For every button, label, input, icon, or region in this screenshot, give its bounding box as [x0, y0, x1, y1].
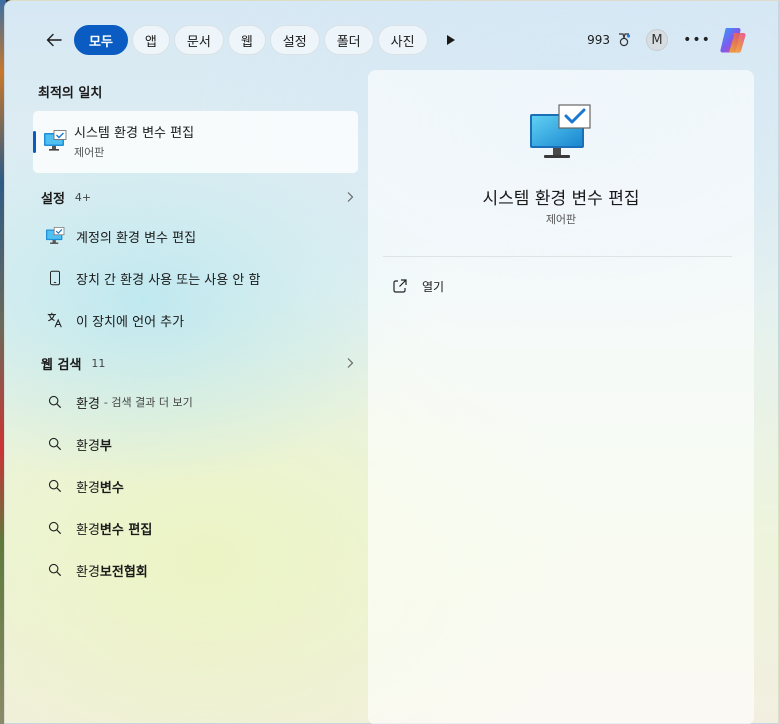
chevron-right-icon	[347, 358, 354, 368]
web-result-icon	[43, 432, 67, 456]
web-result-label: 환경	[76, 393, 100, 412]
settings-group-header[interactable]: 설정 4+	[41, 185, 359, 209]
web-result-item[interactable]: 환경보전협회	[41, 553, 359, 587]
web-result-icon	[43, 558, 67, 582]
settings-item-label: 장치 간 환경 사용 또는 사용 안 함	[76, 272, 261, 288]
avatar[interactable]: M	[646, 29, 668, 51]
web-result-completion: 변수	[99, 480, 124, 496]
open-action[interactable]: 열기	[392, 274, 444, 298]
web-result-suffix: - 검색 결과 더 보기	[103, 396, 193, 409]
search-icon	[48, 395, 62, 409]
web-search-group-header[interactable]: 웹 검색 11	[41, 351, 359, 375]
web-group-label: 웹 검색	[41, 357, 82, 373]
settings-item-add-language[interactable]: 이 장치에 언어 추가	[41, 303, 359, 337]
more-filters-button[interactable]	[438, 25, 464, 55]
web-result-completion: 부	[99, 438, 112, 454]
back-button[interactable]	[39, 25, 69, 55]
web-result-icon	[43, 390, 67, 414]
arrow-left-icon	[46, 33, 62, 47]
medal-icon	[619, 33, 631, 47]
filter-settings[interactable]: 설정	[269, 25, 320, 55]
more-options-button[interactable]: •••	[682, 25, 712, 55]
web-result-icon	[43, 516, 67, 540]
web-result-query: 환경	[76, 564, 100, 580]
settings-group-count: 4+	[74, 190, 92, 204]
web-result-label: 환경변수	[76, 477, 124, 496]
best-match-heading: 최적의 일치	[38, 86, 103, 101]
selection-indicator	[33, 131, 36, 153]
settings-item-edit-account-env[interactable]: 계정의 환경 변수 편집	[41, 219, 359, 253]
web-result-completion: 변수 편집	[99, 522, 153, 538]
filter-photos[interactable]: 사진	[377, 25, 428, 55]
chevron-right-icon	[347, 192, 354, 202]
web-result-icon	[43, 474, 67, 498]
web-result-item[interactable]: 환경부	[41, 427, 359, 461]
detail-pane: 시스템 환경 변수 편집 제어판 열기	[368, 70, 754, 724]
web-result-query: 환경	[76, 480, 100, 496]
copilot-icon	[720, 28, 746, 53]
language-icon	[47, 312, 62, 328]
settings-item-label: 이 장치에 언어 추가	[76, 314, 185, 330]
best-match-subtitle: 제어판	[74, 146, 105, 159]
settings-group-label: 설정	[41, 191, 65, 207]
filter-folders[interactable]: 폴더	[323, 25, 374, 55]
search-icon	[48, 437, 62, 451]
detail-divider	[383, 256, 732, 257]
play-icon	[446, 35, 455, 45]
points-value: 993	[587, 33, 610, 47]
monitor-check-icon	[46, 227, 65, 244]
web-result-query: 환경	[76, 438, 100, 454]
settings-item-icon	[43, 308, 67, 332]
web-result-completion: 보전협회	[99, 564, 148, 580]
filter-all[interactable]: 모두	[74, 25, 128, 55]
web-result-item[interactable]: 환경변수 편집	[41, 511, 359, 545]
web-result-label: 환경변수 편집	[76, 519, 152, 538]
web-result-label: 환경부	[76, 435, 112, 454]
settings-item-cross-device[interactable]: 장치 간 환경 사용 또는 사용 안 함	[41, 261, 359, 295]
search-topbar: 모두 앱 문서 웹 설정 폴더 사진 993 M •••	[5, 23, 778, 57]
web-result-label: 환경보전협회	[76, 561, 148, 580]
settings-item-label: 계정의 환경 변수 편집	[76, 230, 197, 246]
web-result-query: 환경	[76, 396, 100, 412]
web-result-item[interactable]: 환경 - 검색 결과 더 보기	[41, 385, 359, 419]
best-match-title: 시스템 환경 변수 편집	[74, 126, 195, 141]
best-match-item[interactable]: 시스템 환경 변수 편집 제어판	[33, 111, 358, 173]
rewards-points[interactable]: 993	[587, 32, 632, 48]
open-label: 열기	[422, 279, 445, 294]
settings-item-icon	[43, 266, 67, 290]
detail-title: 시스템 환경 변수 편집	[482, 189, 640, 209]
open-external-icon	[393, 279, 407, 293]
settings-item-icon	[43, 224, 67, 248]
filter-documents[interactable]: 문서	[173, 25, 224, 55]
filter-chips: 모두 앱 문서 웹 설정 폴더 사진	[74, 25, 464, 55]
search-panel: 모두 앱 문서 웹 설정 폴더 사진 993 M ••• 최적의 일치 시스템 …	[4, 0, 779, 724]
monitor-check-icon	[530, 104, 591, 158]
filter-apps[interactable]: 앱	[131, 25, 170, 55]
ellipsis-icon: •••	[683, 32, 711, 48]
search-icon	[48, 479, 62, 493]
web-result-query: 환경	[76, 522, 100, 538]
search-icon	[48, 563, 62, 577]
phone-icon	[50, 270, 60, 286]
copilot-button[interactable]	[716, 23, 750, 57]
web-group-count: 11	[91, 356, 106, 370]
topbar-right-tools: 993 M •••	[587, 23, 750, 57]
monitor-check-icon	[44, 130, 67, 151]
web-result-item[interactable]: 환경변수	[41, 469, 359, 503]
detail-subtitle: 제어판	[545, 213, 577, 226]
search-icon	[48, 521, 62, 535]
filter-web[interactable]: 웹	[227, 25, 266, 55]
